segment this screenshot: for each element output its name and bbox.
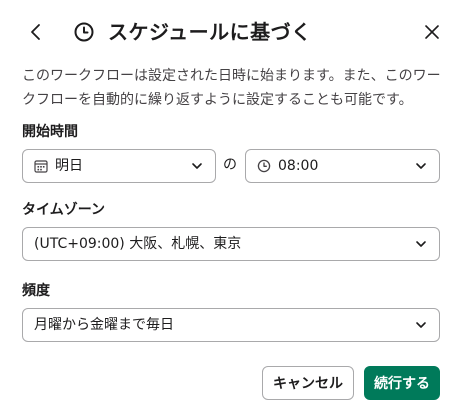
continue-button[interactable]: 続行する bbox=[364, 366, 440, 400]
frequency-select[interactable]: 月曜から金曜まで毎日 bbox=[22, 308, 440, 342]
back-button[interactable] bbox=[22, 18, 50, 46]
timezone-select[interactable]: (UTC+09:00) 大阪、札幌、東京 bbox=[22, 227, 440, 261]
dialog-title: スケジュールに基づく bbox=[108, 20, 312, 44]
chevron-down-icon bbox=[413, 158, 429, 174]
chevron-down-icon bbox=[189, 158, 205, 174]
chevron-left-icon bbox=[31, 24, 40, 40]
dialog-header: スケジュールに基づく bbox=[0, 0, 462, 64]
chevron-down-icon bbox=[413, 236, 429, 252]
time-select-value: 08:00 bbox=[278, 158, 319, 174]
chevron-down-icon bbox=[413, 317, 429, 333]
dialog-description: このワークフローは設定された日時に始まります。また、このワークフローを自動的に繰… bbox=[22, 68, 441, 108]
timezone-select-value: (UTC+09:00) 大阪、札幌、東京 bbox=[34, 236, 242, 252]
timezone-label: タイムゾーン bbox=[22, 202, 106, 218]
start-time-label: 開始時間 bbox=[22, 124, 78, 140]
clock-icon bbox=[74, 22, 94, 42]
clock-icon bbox=[256, 158, 272, 174]
date-select-value: 明日 bbox=[55, 158, 83, 174]
cancel-button[interactable]: キャンセル bbox=[262, 366, 354, 400]
frequency-select-value: 月曜から金曜まで毎日 bbox=[34, 317, 174, 333]
close-icon bbox=[425, 25, 439, 39]
date-time-separator: の bbox=[223, 157, 237, 173]
date-select[interactable]: 明日 bbox=[22, 149, 216, 183]
time-select[interactable]: 08:00 bbox=[245, 149, 440, 183]
calendar-icon bbox=[33, 158, 49, 174]
close-button[interactable] bbox=[418, 18, 446, 46]
frequency-label: 頻度 bbox=[22, 283, 50, 299]
